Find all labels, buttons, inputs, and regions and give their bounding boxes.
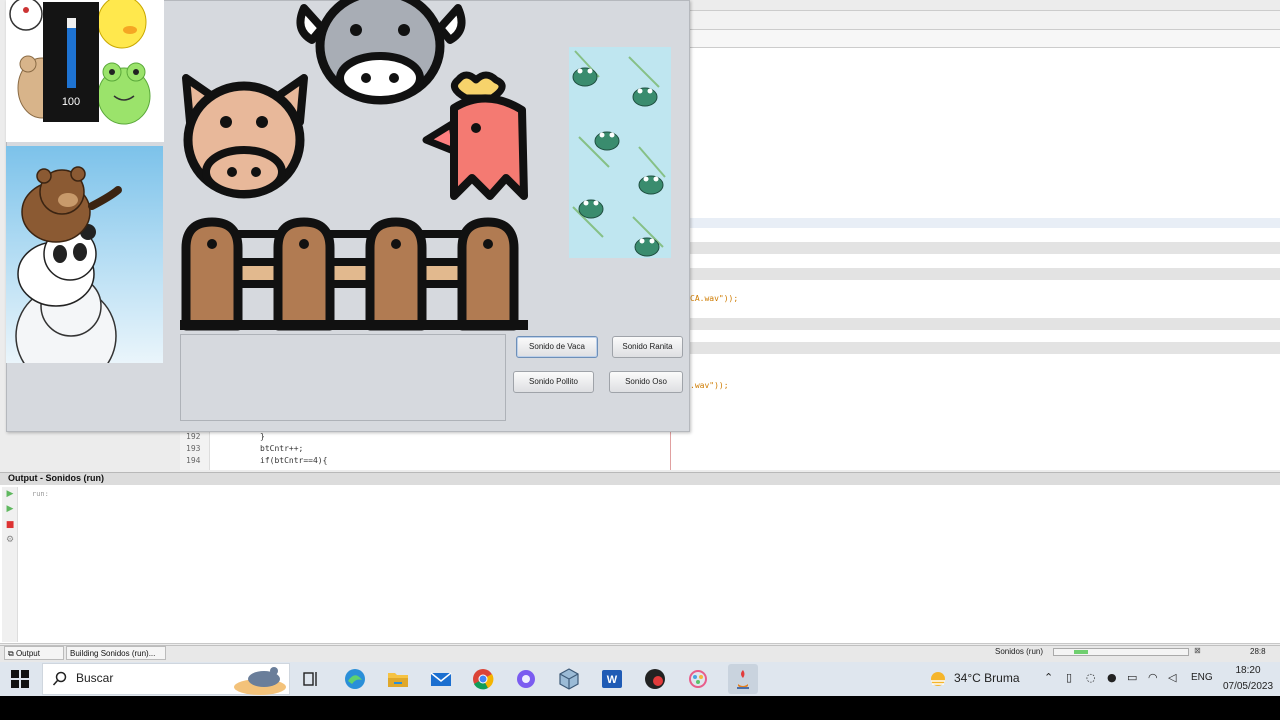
code-snippet: CA.wav")); [690, 294, 739, 303]
chrome-icon[interactable] [472, 668, 494, 690]
task-view-icon[interactable] [300, 668, 322, 690]
virtualbox-icon[interactable] [558, 668, 580, 690]
paint-icon[interactable] [687, 668, 709, 690]
copilot-icon[interactable] [515, 668, 537, 690]
frog-pattern-image [569, 47, 671, 258]
editor-highlight-line [670, 242, 1280, 254]
letterbox-bar [0, 696, 1280, 720]
output-console-text: run: [32, 490, 49, 498]
search-icon [52, 671, 68, 687]
volume-value: 100 [61, 96, 81, 108]
editor-margin-line [670, 430, 671, 470]
rerun-with-args-icon[interactable]: ▶ [5, 504, 15, 514]
microphone-icon[interactable]: ● [1107, 671, 1117, 684]
sonido-pollito-button[interactable]: Sonido Pollito [513, 371, 594, 393]
ide-tab-bar [690, 30, 1280, 48]
line-number: 192 [186, 432, 201, 441]
info-text-area[interactable] [180, 334, 506, 421]
line-number: 194 [186, 456, 201, 465]
close-icon[interactable]: ⊠ [1194, 646, 1201, 655]
settings-icon[interactable]: ⚙ [5, 535, 15, 545]
mail-icon[interactable] [430, 668, 452, 690]
ide-toolbar [690, 10, 1280, 30]
word-icon[interactable]: W [601, 668, 623, 690]
line-number: 193 [186, 444, 201, 453]
app-icon[interactable] [644, 668, 666, 690]
edge-icon[interactable] [344, 668, 366, 690]
status-run-label: Sonidos (run) [995, 647, 1044, 656]
speaker-icon[interactable]: ◁ [1168, 671, 1176, 684]
editor-highlight-line [670, 218, 1280, 228]
svg-text:W: W [607, 674, 618, 686]
output-panel-header[interactable] [0, 472, 1280, 485]
output-tab-icon: ⧉ [8, 649, 16, 658]
search-placeholder: Buscar [76, 671, 114, 685]
rerun-icon[interactable]: ▶ [5, 489, 15, 499]
clock-time[interactable]: 18:20 [1222, 665, 1274, 676]
weather-text[interactable]: 34°C Bruma [954, 671, 1020, 685]
meet-now-icon[interactable]: ◌ [1086, 671, 1096, 684]
building-tab[interactable]: Building Sonidos (run)... [66, 646, 166, 660]
editor-highlight-line [670, 318, 1280, 330]
phone-link-icon[interactable]: ▯ [1066, 671, 1072, 684]
code-line: btCntr++; [260, 444, 304, 453]
editor-highlight-line [670, 268, 1280, 280]
code-snippet: .wav")); [690, 381, 729, 390]
farm-animals-image [176, 0, 532, 332]
volume-level-fill [67, 28, 76, 88]
language-indicator[interactable]: ENG [1191, 672, 1213, 683]
output-panel-title: Output - Sonidos (run) [8, 473, 104, 483]
editor-highlight-line [670, 342, 1280, 354]
build-progress-fill [1074, 650, 1088, 654]
chevron-up-icon[interactable]: ⌃ [1044, 671, 1053, 684]
wifi-icon[interactable]: ◠ [1148, 671, 1158, 684]
weather-icon[interactable] [928, 669, 948, 689]
output-tab[interactable]: ⧉ Output [4, 646, 64, 660]
build-progress-bar [1053, 648, 1189, 656]
clock-date[interactable]: 07/05/2023 [1220, 681, 1276, 692]
stop-icon[interactable]: ■ [5, 520, 15, 530]
windows-start-icon[interactable] [10, 669, 32, 691]
sonido-vaca-button[interactable]: Sonido de Vaca [516, 336, 598, 358]
file-explorer-icon[interactable] [387, 668, 409, 690]
code-line: } [260, 432, 265, 441]
code-line: if(btCntr==4){ [260, 456, 328, 465]
bears-image [6, 146, 163, 363]
java-icon[interactable] [728, 664, 758, 694]
output-panel[interactable] [0, 485, 1280, 644]
sonido-ranita-button[interactable]: Sonido Ranita [612, 336, 683, 358]
battery-icon[interactable]: ▭ [1127, 671, 1137, 684]
sonido-oso-button[interactable]: Sonido Oso [609, 371, 683, 393]
search-highlight-icon [232, 663, 288, 695]
caret-position: 28:8 [1250, 647, 1266, 656]
